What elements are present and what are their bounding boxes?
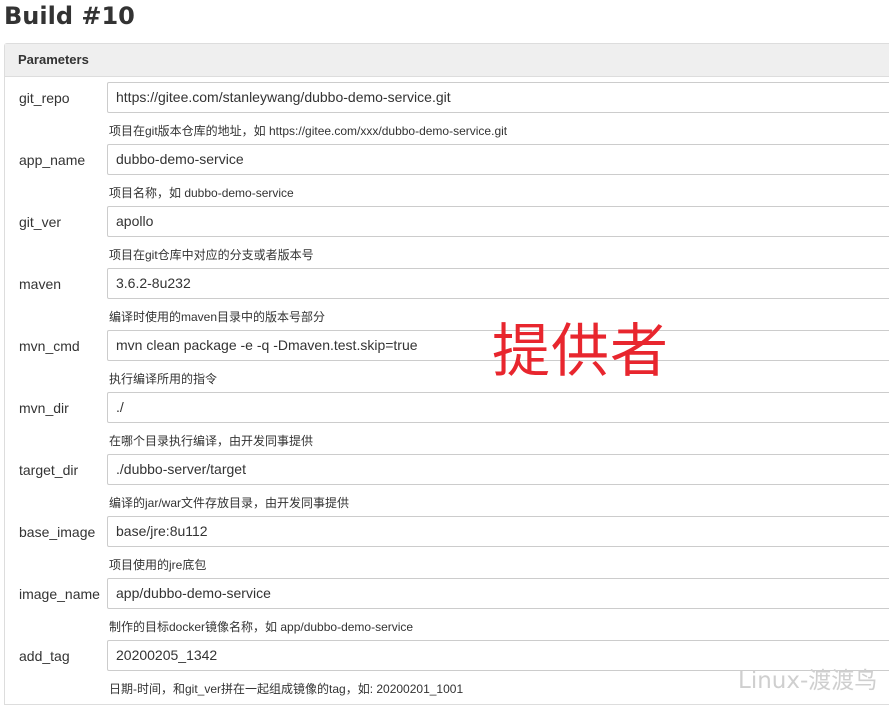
param-label-mvn-cmd: mvn_cmd <box>19 338 80 354</box>
param-desc-base-image: 项目使用的jre底包 <box>109 558 207 572</box>
param-desc-target-dir: 编译的jar/war文件存放目录，由开发同事提供 <box>109 496 350 510</box>
param-desc-mvn-dir: 在哪个目录执行编译，由开发同事提供 <box>109 434 314 448</box>
param-input-target-dir[interactable]: ./dubbo-server/target <box>107 454 889 485</box>
param-desc-maven: 编译时使用的maven目录中的版本号部分 <box>109 310 326 324</box>
page-title: Build #10 <box>4 2 135 30</box>
param-input-app-name[interactable]: dubbo-demo-service <box>107 144 889 175</box>
param-label-app-name: app_name <box>19 152 86 168</box>
param-input-maven[interactable]: 3.6.2-8u232 <box>107 268 889 299</box>
param-label-target-dir: target_dir <box>19 462 79 478</box>
param-input-image-name[interactable]: app/dubbo-demo-service <box>107 578 889 609</box>
param-label-base-image: base_image <box>19 524 96 540</box>
param-label-mvn-dir: mvn_dir <box>19 400 69 416</box>
param-input-git-ver[interactable]: apollo <box>107 206 889 237</box>
param-input-base-image[interactable]: base/jre:8u112 <box>107 516 889 547</box>
param-label-git-ver: git_ver <box>19 214 62 230</box>
param-label-add-tag: add_tag <box>19 648 70 664</box>
watermark: Linux-渡渡鸟 <box>738 668 878 694</box>
parameters-panel-header: Parameters <box>5 44 889 77</box>
provider-annotation: 提供者 <box>492 317 670 385</box>
param-desc-git-ver: 项目在git仓库中对应的分支或者版本号 <box>109 248 314 262</box>
param-desc-mvn-cmd: 执行编译所用的指令 <box>109 372 218 386</box>
param-label-maven: maven <box>19 276 62 292</box>
param-desc-git-repo: 项目在git版本仓库的地址，如 https://gitee.com/xxx/du… <box>109 124 508 138</box>
param-input-mvn-dir[interactable]: ./ <box>107 392 889 423</box>
param-desc-add-tag: 日期-时间，和git_ver拼在一起组成镜像的tag，如: 20200201_1… <box>109 682 464 696</box>
param-label-image-name: image_name <box>19 586 100 602</box>
param-desc-app-name: 项目名称，如 dubbo-demo-service <box>109 186 294 200</box>
param-input-git-repo[interactable]: https://gitee.com/stanleywang/dubbo-demo… <box>107 82 889 113</box>
param-label-git-repo: git_repo <box>19 90 70 106</box>
param-desc-image-name: 制作的目标docker镜像名称，如 app/dubbo-demo-service <box>109 620 414 634</box>
